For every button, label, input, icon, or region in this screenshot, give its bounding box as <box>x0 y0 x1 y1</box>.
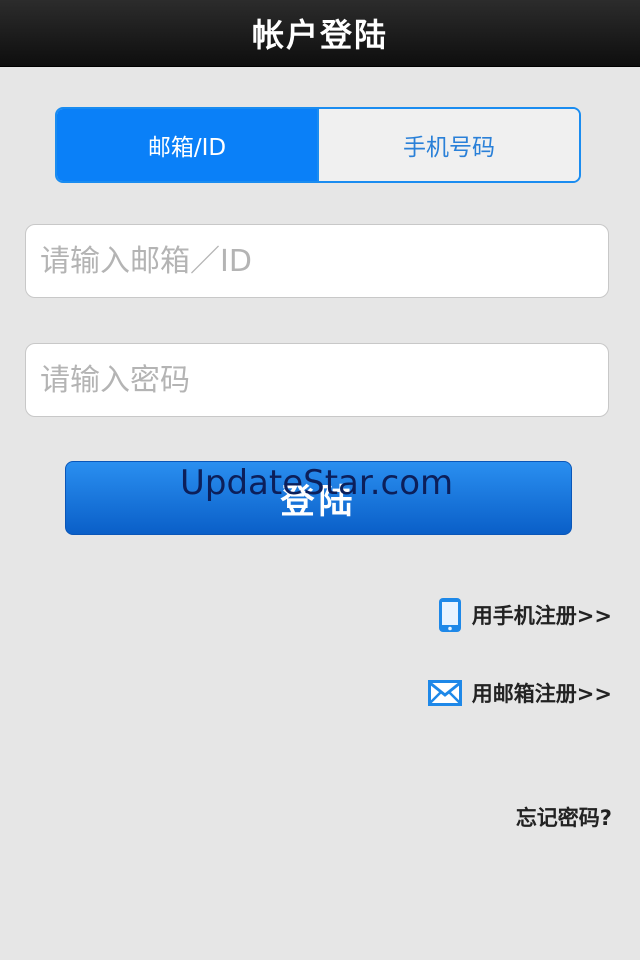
password-field-container <box>25 343 609 417</box>
password-input[interactable] <box>26 344 608 416</box>
tab-email-id[interactable]: 邮箱/ID <box>57 109 319 181</box>
phone-register-label: 用手机注册>> <box>471 604 612 628</box>
email-register-label: 用邮箱注册>> <box>471 682 612 706</box>
page-title: 帐户登陆 <box>251 16 388 54</box>
email-id-input[interactable] <box>26 225 608 297</box>
envelope-icon <box>427 680 462 706</box>
forgot-password-link[interactable]: 忘记密码? <box>516 802 612 832</box>
tab-phone-number[interactable]: 手机号码 <box>319 109 579 181</box>
title-bar: 帐户登陆 <box>0 0 640 67</box>
login-type-tabs: 邮箱/ID 手机号码 <box>55 107 581 183</box>
login-button[interactable]: 登陆 <box>65 461 572 535</box>
email-field-container <box>25 224 609 298</box>
phone-register-link[interactable]: 用手机注册>> <box>438 597 612 633</box>
mobile-phone-icon <box>438 597 462 633</box>
email-register-link[interactable]: 用邮箱注册>> <box>427 678 612 708</box>
